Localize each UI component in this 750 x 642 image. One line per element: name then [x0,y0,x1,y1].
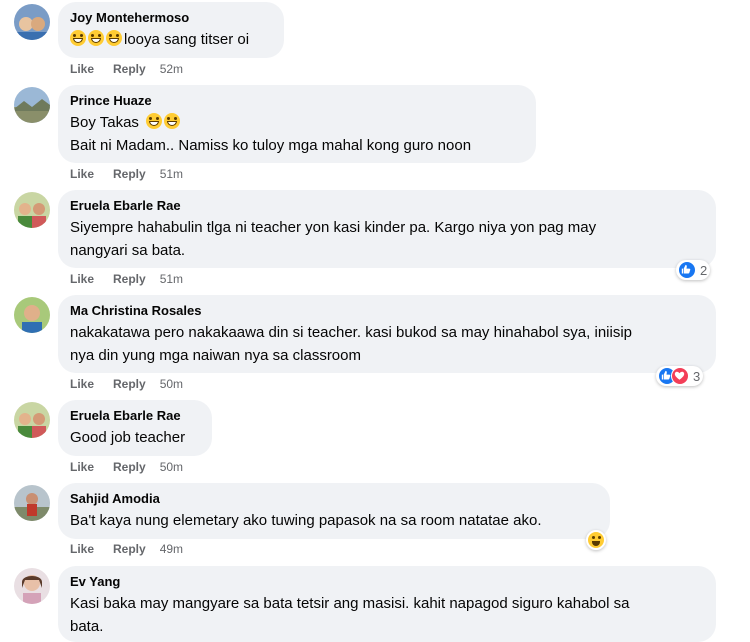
comment-text: Good job teacher [70,429,186,446]
comment-timestamp[interactable]: 49m [160,542,183,556]
comment-timestamp[interactable]: 51m [160,167,183,181]
reply-button[interactable]: Reply [113,377,146,391]
reaction-summary[interactable]: 2 [676,260,711,280]
comment-author[interactable]: Prince Huaze [70,93,524,109]
grinning-face-icon [106,30,122,46]
avatar[interactable] [14,4,50,40]
like-reaction-icon [678,261,696,279]
comment-timestamp[interactable]: 50m [160,377,183,391]
avatar[interactable] [14,485,50,521]
love-reaction-icon [671,367,689,385]
comment-author[interactable]: Sahjid Amodia [70,491,598,507]
reply-button[interactable]: Reply [113,167,146,181]
grinning-face-icon [88,30,104,46]
comment-text: Bait ni Madam.. Namiss ko tuloy mga maha… [70,137,472,154]
comment-author[interactable]: Joy Montehermoso [70,10,272,26]
comment-actions: Like Reply 50m [70,376,183,392]
avatar[interactable] [14,87,50,123]
reaction-count: 3 [693,368,701,384]
reaction-summary[interactable]: 3 [656,366,704,386]
comment-bubble: Joy Montehermoso looya sang titser oi [58,2,284,58]
comment-actions: Like Reply 50m [70,459,183,475]
comment-bubble: Eruela Ebarle Rae Siyempre hahabulin tlg… [58,190,716,268]
comment-author[interactable]: Eruela Ebarle Rae [70,198,704,214]
avatar[interactable] [14,297,50,333]
avatar[interactable] [14,568,50,604]
comment-text: looya sang titser oi [124,31,250,48]
comment-bubble: Eruela Ebarle Rae Good job teacher [58,400,212,456]
comment-text: Ba't kaya nung elemetary ako tuwing papa… [70,512,542,529]
comment-text: bata. [70,618,104,635]
comment-actions: Like Reply 52m [70,61,183,77]
grinning-face-icon [164,113,181,129]
comment-actions: Like Reply 49m [70,541,183,557]
comment-text: Kasi baka may mangyare sa bata tetsir an… [70,595,630,612]
reply-button[interactable]: Reply [113,460,146,474]
avatar[interactable] [14,192,50,228]
comment-bubble: Prince Huaze Boy Takas Bait ni Madam.. N… [58,85,536,163]
comment-text-row: looya sang titser oi [70,28,272,51]
comment-bubble: Ma Christina Rosales nakakatawa pero nak… [58,295,716,373]
comment-author[interactable]: Ma Christina Rosales [70,303,704,319]
comment-text: nakakatawa pero nakakaawa din si teacher… [70,324,633,341]
comment-timestamp[interactable]: 51m [160,272,183,286]
like-button[interactable]: Like [70,167,94,181]
comment-text: nangyari sa bata. [70,242,186,259]
like-button[interactable]: Like [70,62,94,76]
reply-button[interactable]: Reply [113,542,146,556]
like-button[interactable]: Like [70,377,94,391]
comment-actions: Like Reply 51m [70,271,183,287]
grinning-face-icon [70,30,86,46]
comment-text: Boy Takas [70,114,139,131]
comment-bubble: Ev Yang Kasi baka may mangyare sa bata t… [58,566,716,642]
avatar[interactable] [14,402,50,438]
reply-button[interactable]: Reply [113,62,146,76]
like-button[interactable]: Like [70,272,94,286]
like-button[interactable]: Like [70,460,94,474]
reply-button[interactable]: Reply [113,272,146,286]
comment-text: nya din yung mga naiwan nya sa classroom [70,347,361,364]
comment-timestamp[interactable]: 52m [160,62,183,76]
comment-text-row: Boy Takas [70,111,524,134]
comment-actions: Like Reply 51m [70,166,183,182]
haha-reaction-icon[interactable] [586,530,606,550]
comment-author[interactable]: Ev Yang [70,574,704,590]
like-button[interactable]: Like [70,542,94,556]
grinning-face-icon [146,113,163,129]
comment-author[interactable]: Eruela Ebarle Rae [70,408,200,424]
comment-text: Siyempre hahabulin tlga ni teacher yon k… [70,219,597,236]
comment-bubble: Sahjid Amodia Ba't kaya nung elemetary a… [58,483,610,539]
reaction-count: 2 [700,262,708,278]
comment-timestamp[interactable]: 50m [160,460,183,474]
